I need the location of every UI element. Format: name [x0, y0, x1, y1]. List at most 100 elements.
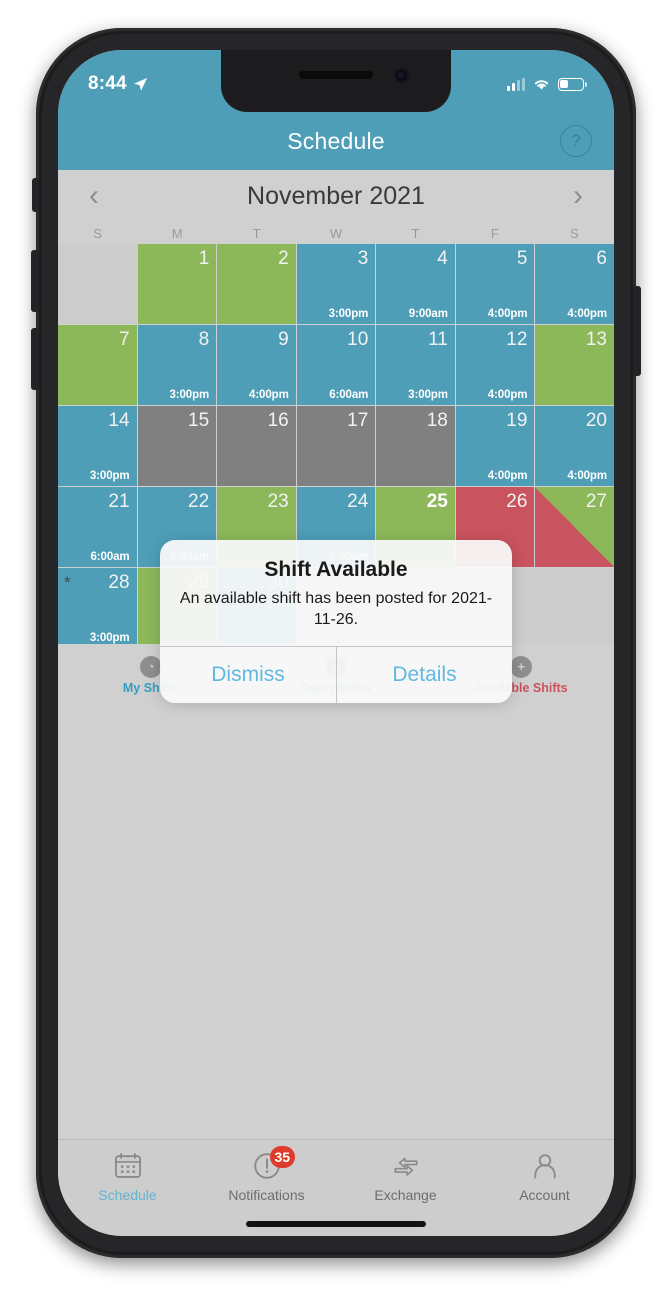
calendar-day-cell[interactable]: 17 — [296, 406, 376, 486]
calendar-day-cell[interactable]: 10 6:00am — [296, 325, 376, 405]
weekday-label: F — [490, 225, 499, 241]
tab-account[interactable]: Account — [475, 1140, 614, 1236]
mute-switch[interactable] — [32, 178, 39, 212]
alert-body: Shift Available An available shift has b… — [160, 540, 512, 646]
calendar-day-cell[interactable]: 21 6:00am — [58, 487, 137, 567]
calendar-day-cell[interactable]: 27 — [535, 487, 614, 567]
day-number: 19 — [506, 410, 528, 431]
wifi-icon — [534, 80, 549, 90]
calendar-day-cell[interactable]: 4 9:00am — [376, 244, 455, 324]
plus-icon: + — [510, 655, 533, 678]
alert-actions: Dismiss Details — [160, 646, 512, 704]
day-number: 14 — [108, 410, 130, 431]
calendar-day-cell[interactable]: 1 — [137, 244, 217, 324]
previous-month-button[interactable]: ‹ — [80, 181, 108, 211]
day-number: 12 — [506, 329, 528, 350]
shift-start-time: 4:00pm — [487, 308, 528, 320]
tab-notifications-label: Notifications — [228, 1187, 305, 1203]
alert-title: Shift Available — [264, 558, 408, 581]
calendar-day-cell[interactable]: 13 — [535, 325, 614, 405]
calendar-day-cell[interactable]: 16 — [217, 406, 296, 486]
shift-start-time: 3:00pm — [89, 470, 130, 482]
day-number: 7 — [118, 329, 130, 350]
volume-down-button[interactable] — [31, 328, 39, 390]
dismiss-button[interactable]: Dismiss — [160, 647, 336, 703]
calendar-day-cell[interactable]: 5 4:00pm — [455, 244, 535, 324]
details-button[interactable]: Details — [336, 647, 512, 704]
earpiece-speaker — [299, 71, 373, 79]
calendar-day-cell[interactable]: 20 4:00pm — [535, 406, 614, 486]
calendar-day-cell[interactable]: 11 3:00pm — [376, 325, 455, 405]
day-number: 22 — [188, 491, 210, 512]
weekday-header: SMTWTFS — [58, 222, 614, 244]
calendar-day-cell[interactable]: 19 4:00pm — [455, 406, 535, 486]
day-number: 25 — [426, 491, 448, 512]
weekday-label: W — [329, 225, 343, 241]
weekday-label: S — [569, 225, 579, 241]
calendar-day-cell[interactable]: 12 4:00pm — [455, 325, 535, 405]
weekday-label: T — [252, 225, 261, 241]
day-number: 21 — [108, 491, 130, 512]
day-number: 4 — [437, 248, 448, 269]
day-number: 18 — [426, 410, 448, 431]
shift-start-time: 3:00pm — [408, 389, 448, 401]
phone-frame: 8:44 Schedule ? ‹ November 2021 › S M T … — [31, 28, 641, 1258]
weekday-label: S — [93, 225, 103, 241]
day-number: 2 — [278, 248, 289, 269]
exchange-arrows-icon — [391, 1151, 421, 1181]
calendar-day-cell[interactable]: 18 — [376, 406, 455, 486]
day-number: 17 — [347, 410, 369, 431]
status-bar-left: 8:44 — [88, 67, 148, 95]
shift-start-time: 4:00pm — [487, 470, 528, 482]
day-number: 6 — [596, 248, 607, 269]
next-month-button[interactable]: › — [564, 181, 592, 211]
calendar-day-cell[interactable]: 3 3:00pm — [296, 244, 376, 324]
day-number: 10 — [347, 329, 369, 350]
day-number: 5 — [516, 248, 528, 269]
front-camera — [394, 68, 409, 83]
day-number: 15 — [188, 410, 210, 431]
tab-schedule-label: Schedule — [98, 1187, 157, 1203]
calendar-day-cell[interactable]: 2 — [217, 244, 296, 324]
day-number: 26 — [506, 491, 528, 512]
month-navigation-bar: ‹ November 2021 › — [58, 170, 614, 222]
calendar-icon — [113, 1151, 143, 1181]
shift-start-time: 6:00am — [329, 389, 369, 401]
clock-icon: ◔ — [139, 655, 162, 678]
power-button[interactable] — [633, 286, 641, 376]
calendar-day-cell[interactable]: * 28 3:00pm — [58, 568, 137, 648]
shift-start-time: 4:00pm — [487, 389, 528, 401]
cellular-signal-icon — [507, 77, 525, 91]
day-number: 24 — [347, 491, 369, 512]
volume-up-button[interactable] — [31, 250, 39, 312]
day-number: 20 — [585, 410, 607, 431]
shift-start-time: 3:00pm — [169, 389, 210, 401]
day-number: 11 — [428, 329, 448, 350]
calendar-day-cell[interactable]: 6 4:00pm — [535, 244, 614, 324]
calendar-day-cell[interactable]: 14 3:00pm — [58, 406, 137, 486]
shift-available-alert: Shift Available An available shift has b… — [160, 540, 512, 704]
calendar-day-cell[interactable]: 8 3:00pm — [137, 325, 217, 405]
home-indicator[interactable] — [246, 1221, 426, 1227]
status-bar-right — [507, 71, 587, 91]
day-number: 3 — [357, 248, 369, 269]
day-number: 28 — [108, 572, 130, 593]
asterisk-icon: * — [64, 573, 71, 592]
calendar-empty-cell — [58, 244, 137, 324]
shift-start-time: 4:00pm — [567, 308, 607, 320]
weekday-label: M — [171, 225, 183, 241]
shift-start-time: 9:00am — [408, 308, 448, 320]
shift-start-time: 3:00pm — [328, 308, 369, 320]
help-icon[interactable]: ? — [560, 125, 592, 157]
calendar-empty-cell — [535, 568, 614, 648]
person-icon — [530, 1151, 560, 1181]
calendar-day-cell[interactable]: 15 — [137, 406, 217, 486]
calendar-day-cell[interactable]: 9 4:00pm — [217, 325, 296, 405]
month-title: November 2021 — [247, 181, 425, 210]
shift-start-time: 6:00am — [90, 551, 130, 563]
calendar-day-cell[interactable]: 7 — [58, 325, 137, 405]
page-title: Schedule — [287, 127, 385, 154]
tab-schedule[interactable]: Schedule — [58, 1140, 197, 1236]
tab-bar: Schedule 35 Notifications Exchange Accou… — [58, 1139, 614, 1236]
day-number: 9 — [278, 329, 289, 350]
